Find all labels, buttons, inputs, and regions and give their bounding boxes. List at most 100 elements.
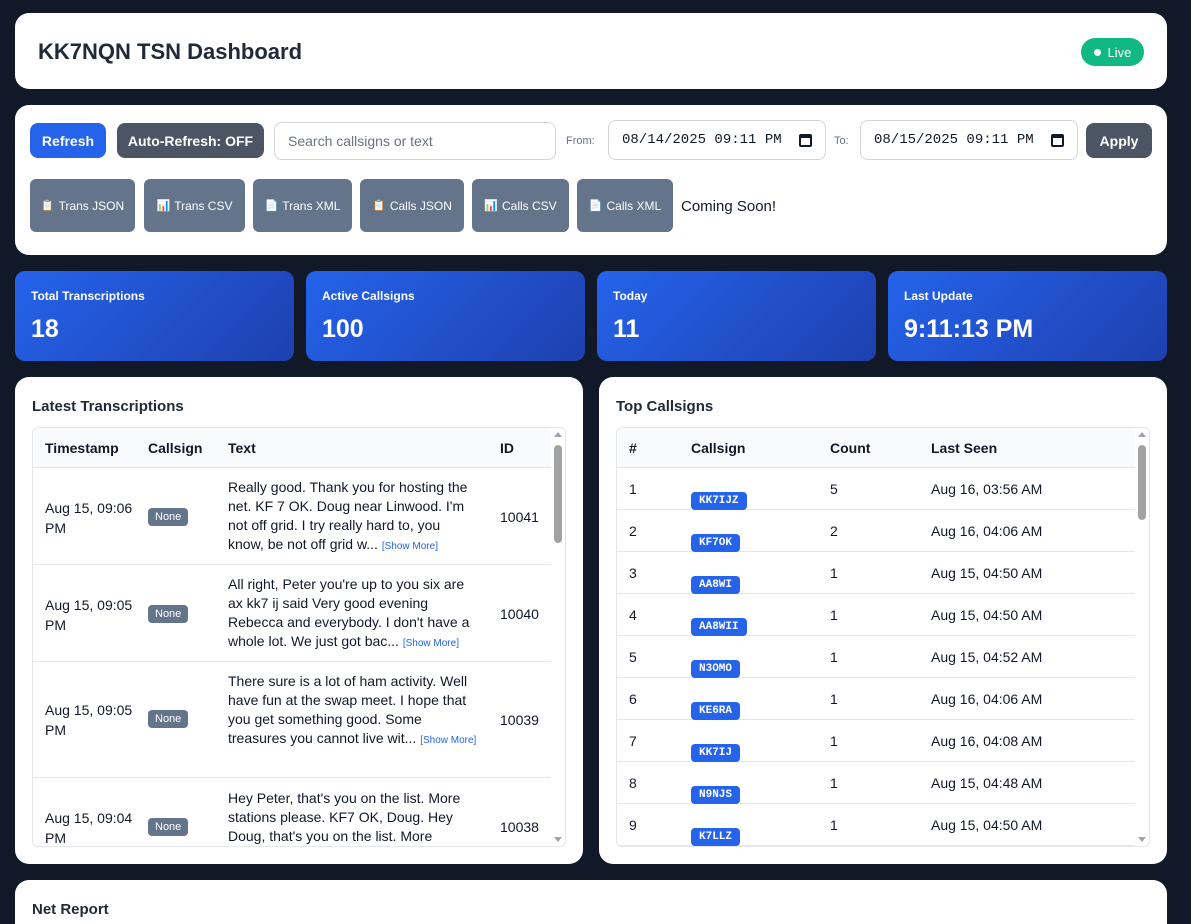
table-row[interactable]: 6 KE6RA 1 Aug 16, 04:06 AM xyxy=(617,678,1135,720)
column-header[interactable]: # xyxy=(629,440,637,456)
table-row[interactable]: 7 KK7IJ 1 Aug 16, 04:08 AM xyxy=(617,720,1135,762)
export-calls-json-button[interactable]: 📋 Calls JSON xyxy=(360,179,464,232)
rank-cell: 3 xyxy=(629,565,637,581)
count-cell: 1 xyxy=(830,649,838,665)
last-seen-cell: Aug 16, 04:08 AM xyxy=(931,733,1043,749)
scroll-up-arrow-icon[interactable] xyxy=(1138,432,1146,437)
export-label: Calls XML xyxy=(606,198,662,213)
callsign-badge: None xyxy=(148,508,189,526)
count-cell: 2 xyxy=(830,523,838,539)
callsign-cell: None xyxy=(148,709,189,728)
to-date-value: 08/15/2025 09:11 PM xyxy=(874,132,1034,148)
column-header[interactable]: Timestamp xyxy=(45,440,119,456)
callsign-badge[interactable]: K7LLZ xyxy=(691,828,741,846)
callsign-badge[interactable]: KK7IJ xyxy=(691,744,741,762)
last-seen-cell: Aug 15, 04:48 AM xyxy=(931,775,1043,791)
rank-cell: 6 xyxy=(629,691,637,707)
search-input[interactable] xyxy=(274,122,556,160)
live-dot-icon xyxy=(1093,48,1101,56)
stat-label: Active Callsigns xyxy=(322,289,415,303)
callsign-badge[interactable]: AA8WII xyxy=(691,618,747,636)
to-label: To: xyxy=(834,135,849,147)
last-seen-cell: Aug 15, 04:50 AM xyxy=(931,817,1043,833)
stat-value: 18 xyxy=(31,315,59,343)
calendar-icon[interactable] xyxy=(799,133,812,147)
net-report-title: Net Report xyxy=(32,901,109,918)
show-more-link[interactable]: [Show More] xyxy=(382,541,438,552)
column-header[interactable]: Callsign xyxy=(148,440,202,456)
rank-cell: 1 xyxy=(629,481,637,497)
export-trans-csv-button[interactable]: 📊 Trans CSV xyxy=(144,179,245,232)
text-cell: Really good. Thank you for hosting the n… xyxy=(228,478,478,556)
scroll-up-arrow-icon[interactable] xyxy=(554,432,562,437)
callsign-badge[interactable]: KK7IJZ xyxy=(691,492,747,510)
callsign-badge: None xyxy=(148,818,189,836)
apply-button[interactable]: Apply xyxy=(1086,123,1152,158)
text-cell: All right, Peter you're up to you six ar… xyxy=(228,575,478,653)
transcriptions-scrollbar[interactable] xyxy=(551,428,565,846)
last-seen-cell: Aug 15, 04:50 AM xyxy=(931,565,1043,581)
callsign-badge[interactable]: N3OMO xyxy=(691,660,741,678)
table-row[interactable]: Aug 15, 09:06 PM None Really good. Thank… xyxy=(33,468,551,565)
scroll-down-arrow-icon[interactable] xyxy=(1138,837,1146,842)
chart-icon: 📊 xyxy=(484,200,498,212)
table-row[interactable]: 1 KK7IJZ 5 Aug 16, 03:56 AM xyxy=(617,468,1135,510)
table-row[interactable]: Aug 15, 09:04 PM None Hey Peter, that's … xyxy=(33,778,551,846)
table-row[interactable]: 9 K7LLZ 1 Aug 15, 04:50 AM xyxy=(617,804,1135,846)
column-header[interactable]: Last Seen xyxy=(931,440,997,456)
scroll-thumb[interactable] xyxy=(554,445,562,543)
stat-value: 9:11:13 PM xyxy=(904,315,1034,343)
callsigns-scrollbar[interactable] xyxy=(1135,428,1149,846)
rank-cell: 5 xyxy=(629,649,637,665)
export-label: Calls JSON xyxy=(389,198,452,213)
export-trans-xml-button[interactable]: 📄 Trans XML xyxy=(253,179,352,232)
count-cell: 1 xyxy=(830,607,838,623)
show-more-link[interactable]: [Show More] xyxy=(403,638,459,649)
stat-card-today: Today 11 xyxy=(597,271,876,361)
refresh-button[interactable]: Refresh xyxy=(30,123,106,158)
column-header[interactable]: Text xyxy=(228,440,256,456)
text-cell: Hey Peter, that's you on the list. More … xyxy=(228,789,478,846)
document-icon: 📄 xyxy=(588,200,603,212)
stat-label: Today xyxy=(613,289,648,303)
callsigns-table[interactable]: # Callsign Count Last Seen 1 KK7IJZ 5 Au… xyxy=(616,427,1150,847)
from-date-input[interactable]: 08/14/2025 09:11 PM xyxy=(608,120,826,160)
last-seen-cell: Aug 15, 04:50 AM xyxy=(931,607,1043,623)
scroll-thumb[interactable] xyxy=(1138,445,1146,520)
table-row[interactable]: Aug 15, 09:05 PM None There sure is a lo… xyxy=(33,662,551,778)
transcriptions-table[interactable]: Timestamp Callsign Text ID Aug 15, 09:06… xyxy=(32,427,566,847)
callsign-badge[interactable]: N9NJS xyxy=(691,786,741,804)
column-header[interactable]: Callsign xyxy=(691,440,745,456)
live-status-badge: Live xyxy=(1081,38,1144,66)
to-date-input[interactable]: 08/15/2025 09:11 PM xyxy=(860,120,1078,160)
calendar-icon[interactable] xyxy=(1051,133,1064,147)
table-row[interactable]: 8 N9NJS 1 Aug 15, 04:48 AM xyxy=(617,762,1135,804)
table-row[interactable]: 3 AA8WI 1 Aug 15, 04:50 AM xyxy=(617,552,1135,594)
callsign-badge[interactable]: AA8WI xyxy=(691,576,741,594)
callsign-badge[interactable]: KE6RA xyxy=(691,702,741,720)
export-calls-xml-button[interactable]: 📄 Calls XML xyxy=(577,179,673,232)
count-cell: 1 xyxy=(830,565,838,581)
count-cell: 5 xyxy=(830,481,838,497)
column-header[interactable]: ID xyxy=(500,440,514,456)
rank-cell: 8 xyxy=(629,775,637,791)
callsign-badge[interactable]: KF7OK xyxy=(691,534,741,552)
callsign-cell: None xyxy=(148,604,189,623)
show-more-link[interactable]: [Show More] xyxy=(420,735,476,746)
callsign-cell: None xyxy=(148,817,189,836)
export-calls-csv-button[interactable]: 📊 Calls CSV xyxy=(472,179,569,232)
export-label: Trans XML xyxy=(282,198,341,213)
chart-icon: 📊 xyxy=(156,200,171,212)
table-row[interactable]: 4 AA8WII 1 Aug 15, 04:50 AM xyxy=(617,594,1135,636)
id-cell: 10040 xyxy=(500,606,539,622)
last-seen-cell: Aug 15, 04:52 AM xyxy=(931,649,1043,665)
table-row[interactable]: Aug 15, 09:05 PM None All right, Peter y… xyxy=(33,565,551,662)
table-row[interactable]: 2 KF7OK 2 Aug 16, 04:06 AM xyxy=(617,510,1135,552)
column-header[interactable]: Count xyxy=(830,440,870,456)
scroll-down-arrow-icon[interactable] xyxy=(554,837,562,842)
export-trans-json-button[interactable]: 📋 Trans JSON xyxy=(30,179,135,232)
stat-value: 11 xyxy=(613,315,640,343)
auto-refresh-button[interactable]: Auto-Refresh: OFF xyxy=(117,123,264,158)
clipboard-icon: 📋 xyxy=(372,200,386,212)
table-row[interactable]: 5 N3OMO 1 Aug 15, 04:52 AM xyxy=(617,636,1135,678)
